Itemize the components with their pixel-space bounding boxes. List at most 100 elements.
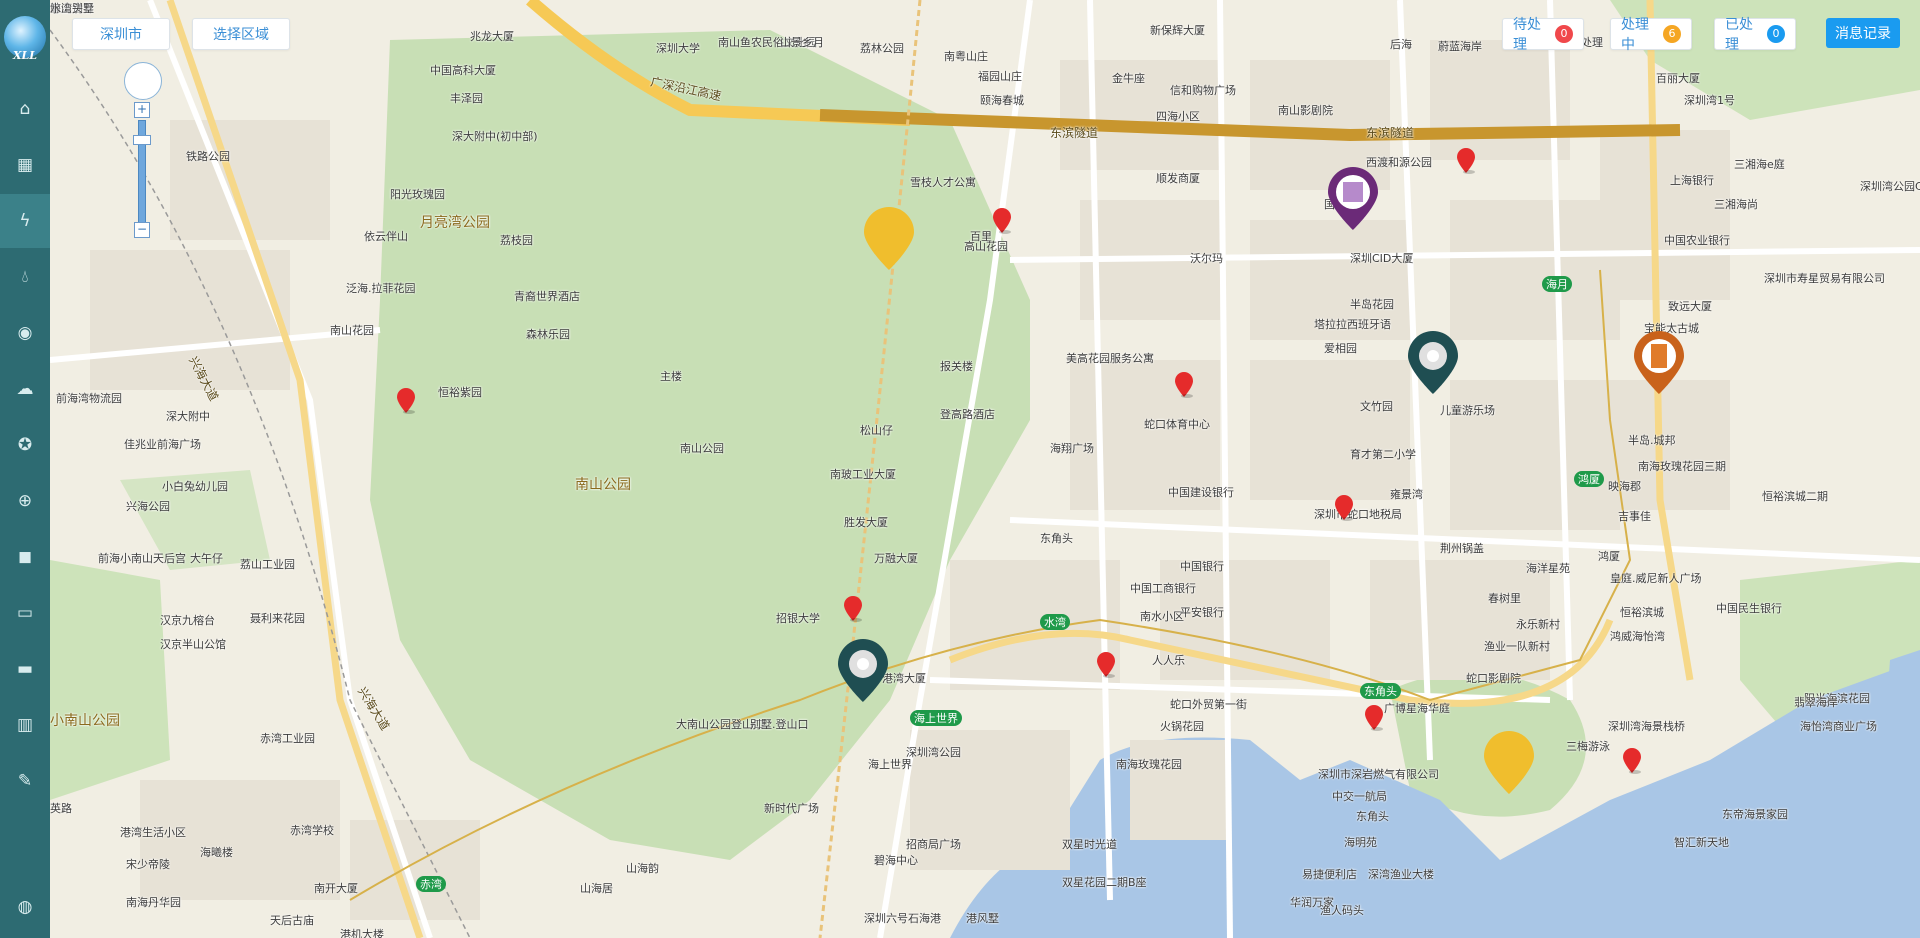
water-drop-icon[interactable]: 💧︎ [0,250,50,304]
place-label: 荔林公园 [860,42,904,55]
place-label: 深圳湾海景栈桥 [1608,720,1685,733]
lightning-icon[interactable]: ϟ [0,194,50,248]
bulb-icon[interactable]: ✪ [0,418,50,472]
place-label: 丰泽园 [450,92,483,105]
place-label: 中国民生银行 [1716,602,1782,615]
lifebuoy-icon[interactable]: ⊕ [0,474,50,528]
place-label: 蛇口体育中心 [1144,418,1210,431]
road-label: 东滨隧道 [1050,126,1099,140]
place-label: 四海小区 [1156,110,1200,123]
place-label: 沃尔玛 [1190,252,1223,265]
message-log-button[interactable]: 消息记录 [1826,18,1900,48]
metro-station: 赤湾 [416,876,446,892]
place-label: 主楼 [660,370,682,383]
window-icon[interactable]: ▭ [0,586,50,640]
place-label: 小白兔幼儿园 [162,480,228,493]
home-icon[interactable]: ⌂ [0,82,50,136]
place-label: 蛇口影剧院 [1466,672,1521,685]
map-view[interactable]: 月亮湾公园 南山公园 小南山公园 广深沿江高速 东滨隧道 东滨隧道 兴海大道 兴… [50,0,1920,938]
done-count-badge: 0 [1767,25,1785,43]
car-icon[interactable]: ◼ [0,530,50,584]
sidebar: XLL ⌂ ▦ ϟ 💧︎ ◉ ☁ ✪ ⊕ ◼ ▭ ▬ ▥ ✎ ◍ [0,0,50,938]
place-label: 前海小南山天后宫 [98,552,186,565]
area-select[interactable]: 选择区域 [192,18,290,50]
map-icon[interactable]: ▥ [0,698,50,752]
city-select[interactable]: 深圳市 [72,18,170,50]
place-label: 深湾渔业大楼 [1368,868,1434,881]
place-label: 宋少帝陵 [126,858,170,871]
app-logo[interactable]: XLL [4,16,46,62]
place-label: 天后古庙 [270,914,314,927]
place-label: 荔枝园 [500,234,533,247]
place-label: 中国工商银行 [1130,582,1196,595]
place-label: 招银大学 [776,612,820,625]
place-label: 三湘海e庭 [1734,158,1785,171]
place-label: 东帝海景家园 [1722,808,1788,821]
place-label: 雍景湾 [1390,488,1423,501]
place-label: 大午仔 [190,552,223,565]
place-label: 半岛.城邦 [1628,434,1676,447]
place-label: 深圳湾公园 [906,746,961,759]
pending-filter[interactable]: 待处理 0 [1502,17,1584,53]
zoom-slider-thumb[interactable] [133,135,151,145]
place-label: 鸿威海怡湾 [1610,630,1665,643]
place-label: 别墅.登山口 [750,718,809,731]
user-icon[interactable]: ◍ [0,880,50,934]
place-label: 渔业一队新村 [1484,640,1550,653]
place-label: 依云伴山 [364,230,408,243]
zoom-out-button[interactable]: − [134,222,150,238]
place-label: 海明苑 [1344,836,1377,849]
place-label: 上海银行 [1670,174,1714,187]
place-label: 铁路公园 [186,150,230,163]
place-label: 高山花园 [964,240,1008,253]
wrench-icon[interactable]: ✎ [0,754,50,808]
place-label: 聂利来花园 [250,612,305,625]
place-label: 双星花园二期B座 [1062,876,1147,889]
place-label: 新时代广场 [764,802,819,815]
place-label: 登高路酒店 [940,408,995,421]
place-label: 南山公园 [680,442,724,455]
place-label: 兆龙大厦 [470,30,514,43]
place-label: 翡翠海岸 [1794,696,1838,709]
done-label: 已处理 [1725,17,1753,53]
place-label: 南海玫瑰花园 [1116,758,1182,771]
place-label: 南开大厦 [314,882,358,895]
metro-station: 海月 [1542,276,1572,292]
place-label: 胜发大厦 [844,516,888,529]
place-label: 春树里 [1488,592,1521,605]
building-icon[interactable]: ▦ [0,138,50,192]
place-label: 山景乡月 [780,36,824,49]
place-label: 中国银行 [1180,560,1224,573]
place-label: 松山仔 [860,424,893,437]
place-label: 兴海公园 [126,500,170,513]
place-label: 映海郡 [1608,480,1641,493]
place-label: 恒裕紫园 [438,386,482,399]
place-label: 荔山工业园 [240,558,295,571]
place-label: 东角头 [1356,810,1389,823]
metro-station: 海上世界 [910,710,962,726]
place-label: 致远大厦 [1668,300,1712,313]
cloud-icon[interactable]: ☁ [0,362,50,416]
place-label: 后海 [1390,38,1412,51]
place-label: 青裔世界酒店 [514,290,580,303]
place-label: 山海韵 [626,862,659,875]
place-label: 港湾生活小区 [120,826,186,839]
place-label: 深圳CID大厦 [1350,252,1414,265]
eye-icon[interactable]: ◉ [0,306,50,360]
place-label: 海怡湾商业广场 [1800,720,1877,733]
zoom-in-button[interactable]: + [134,102,150,118]
place-label: 前海湾物流园 [56,392,122,405]
done-filter[interactable]: 已处理 0 [1714,17,1796,53]
place-label: 南海丹华园 [126,896,181,909]
place-label: 中国农业银行 [1664,234,1730,247]
monitor-icon[interactable]: ▬ [0,642,50,696]
pan-control[interactable] [124,62,162,100]
place-label: 恒裕滨城 [1620,606,1664,619]
place-label: 碧海中心 [874,854,918,867]
place-label: 皇庭.威尼新人广场 [1610,572,1702,585]
place-label: 人人乐 [1152,654,1185,667]
area-label: 小南山公园 [50,713,120,729]
processing-filter[interactable]: 处理中 6 [1610,17,1692,53]
place-label: 平安银行 [1180,606,1224,619]
place-label: 金牛座 [1112,72,1145,85]
